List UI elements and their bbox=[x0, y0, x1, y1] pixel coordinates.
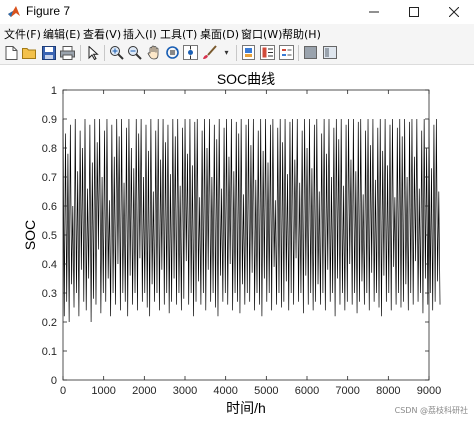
y-tick-label: 0.1 bbox=[42, 346, 57, 358]
minimize-button[interactable] bbox=[354, 0, 394, 24]
y-axis-label: SOC bbox=[22, 220, 38, 250]
matlab-logo-icon bbox=[8, 6, 20, 17]
y-tick-label: 0.5 bbox=[42, 230, 57, 242]
y-tick-label: 1 bbox=[51, 85, 57, 97]
y-tick-label: 0.8 bbox=[42, 143, 57, 155]
x-tick-label: 7000 bbox=[335, 385, 359, 397]
soc-chart[interactable]: 0 1000 2000 3000 4000 5000 6000 7000 8000 9000 0 0… bbox=[0, 65, 474, 419]
figure-canvas: 0 1000 2000 3000 4000 5000 6000 7000 8000 9000 0 0… bbox=[0, 65, 474, 419]
minimize-icon bbox=[369, 11, 379, 13]
x-tick-label: 6000 bbox=[295, 385, 319, 397]
x-tick-label: 3000 bbox=[173, 385, 197, 397]
menu-view[interactable]: 查看(V) bbox=[83, 26, 121, 42]
menu-file[interactable]: 文件(F) bbox=[4, 26, 41, 42]
link-plot-icon[interactable] bbox=[241, 45, 256, 60]
menu-desktop[interactable]: 桌面(D) bbox=[200, 26, 239, 42]
x-tick-label: 8000 bbox=[376, 385, 400, 397]
x-tick-label: 2000 bbox=[132, 385, 156, 397]
zoom-out-icon[interactable] bbox=[127, 45, 142, 60]
y-tick-label: 0.6 bbox=[42, 201, 57, 213]
close-button[interactable] bbox=[434, 0, 474, 24]
show-plot-tools-icon[interactable] bbox=[322, 45, 337, 60]
menu-help[interactable]: 帮助(H) bbox=[282, 26, 321, 42]
x-axis-label: 时间/h bbox=[226, 400, 266, 416]
menu-edit[interactable]: 编辑(E) bbox=[43, 26, 81, 42]
new-figure-icon[interactable] bbox=[4, 45, 19, 60]
colorbar-icon[interactable] bbox=[260, 45, 275, 60]
y-tick-label: 0 bbox=[51, 375, 57, 387]
brush-dropdown-icon[interactable]: ▾ bbox=[219, 45, 234, 60]
x-tick-label: 0 bbox=[60, 385, 66, 397]
menu-tools[interactable]: 工具(T) bbox=[160, 26, 197, 42]
pan-hand-icon[interactable] bbox=[146, 45, 161, 60]
toolbar: ▾ bbox=[0, 42, 474, 65]
maximize-button[interactable] bbox=[394, 0, 434, 24]
y-tick-label: 0.9 bbox=[42, 114, 57, 126]
rotate-3d-icon[interactable] bbox=[165, 45, 180, 60]
zoom-in-icon[interactable] bbox=[109, 45, 124, 60]
close-icon bbox=[449, 7, 459, 17]
x-tick-label: 1000 bbox=[91, 385, 115, 397]
y-tick-label: 0.7 bbox=[42, 172, 57, 184]
hide-plot-tools-icon[interactable] bbox=[303, 45, 318, 60]
data-cursor-icon[interactable] bbox=[183, 45, 198, 60]
maximize-icon bbox=[409, 7, 419, 17]
chart-title: SOC曲线 bbox=[217, 71, 275, 87]
menu-bar: 文件(F) 编辑(E) 查看(V) 插入(I) 工具(T) 桌面(D) 窗口(W… bbox=[0, 24, 474, 42]
x-tick-label: 9000 bbox=[417, 385, 441, 397]
save-icon[interactable] bbox=[41, 45, 56, 60]
open-file-icon[interactable] bbox=[22, 45, 37, 60]
select-arrow-icon[interactable] bbox=[86, 45, 101, 60]
y-tick-label: 0.4 bbox=[42, 259, 57, 271]
x-tick-label: 4000 bbox=[213, 385, 237, 397]
watermark: CSDN @荔枝科研社 bbox=[394, 406, 468, 415]
menu-insert[interactable]: 插入(I) bbox=[123, 26, 157, 42]
title-bar: Figure 7 bbox=[0, 0, 474, 24]
y-tick-label: 0.2 bbox=[42, 317, 57, 329]
y-tick-label: 0.3 bbox=[42, 288, 57, 300]
menu-window[interactable]: 窗口(W) bbox=[241, 26, 282, 42]
legend-icon[interactable] bbox=[279, 45, 294, 60]
figure-window: Figure 7 文件(F) 编辑(E) 查看(V) 插入(I) 工具(T) 桌… bbox=[0, 0, 474, 419]
x-tick-label: 5000 bbox=[254, 385, 278, 397]
window-title: Figure 7 bbox=[26, 4, 71, 18]
print-icon[interactable] bbox=[60, 45, 75, 60]
brush-icon[interactable] bbox=[202, 45, 217, 60]
